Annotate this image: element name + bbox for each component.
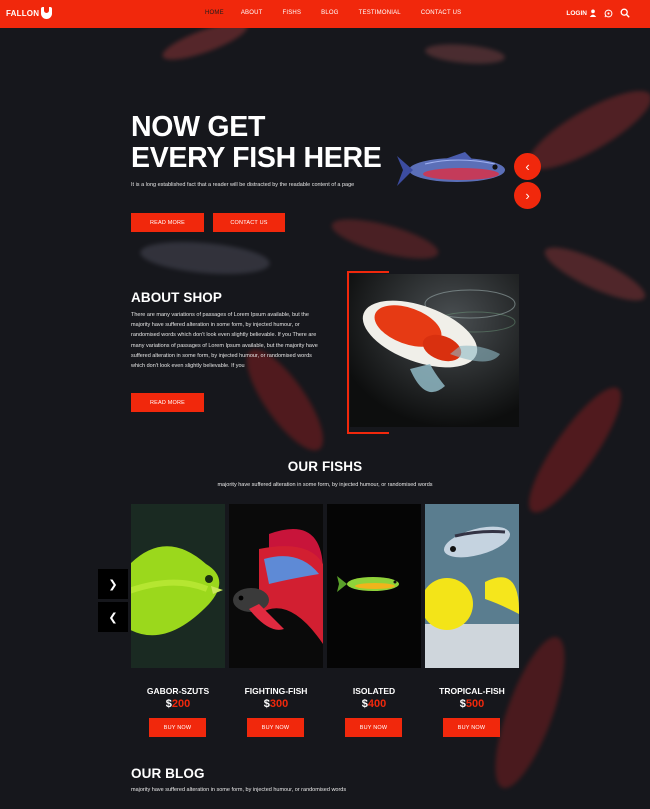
buy-now-button-3[interactable]: BUY NOW	[345, 718, 402, 737]
hero-next-button[interactable]: ›	[514, 182, 541, 209]
price-amount: 500	[465, 698, 485, 710]
hero-title-line-2: EVERY FISH HERE	[131, 142, 382, 174]
fish-card-price-3: $400	[325, 698, 423, 710]
fishs-title: OUR FISHS	[287, 459, 363, 474]
fish-card-name-3: ISOLATED	[352, 686, 396, 696]
hero-title-line-1: NOW GET	[131, 111, 266, 143]
chevron-left-icon: ‹	[525, 159, 530, 174]
buy-now-button-2[interactable]: BUY NOW	[247, 718, 304, 737]
about-koi-image	[350, 274, 519, 427]
nav-about[interactable]: ABOUT	[241, 10, 263, 16]
whatsapp-icon[interactable]	[604, 9, 613, 18]
about-text: There are many variations of passages of…	[131, 312, 318, 370]
price-amount: 400	[367, 698, 387, 710]
nav-home[interactable]: HOME	[205, 10, 224, 16]
chevron-right-icon: ›	[525, 188, 530, 203]
fish-card-name-2: FIGHTING-FISH	[244, 686, 308, 696]
blog-subtitle: majority have suffered alteration in som…	[131, 787, 347, 793]
search-icon[interactable]	[620, 8, 630, 18]
hero-text: It is a long established fact that a rea…	[131, 182, 355, 188]
chevron-right-icon: ❯	[108, 578, 118, 591]
nav-fishs[interactable]: FISHS	[282, 10, 301, 16]
top-navbar: FALLON HOME ABOUT FISHS BLOG TESTIMONIAL…	[0, 0, 650, 28]
fish-card-price-2: $300	[227, 698, 325, 710]
chevron-left-icon: ❮	[108, 611, 118, 624]
main-menu: HOME ABOUT FISHS BLOG TESTIMONIAL CONTAC…	[205, 10, 461, 16]
hero-read-more-button[interactable]: READ MORE	[131, 213, 204, 232]
fish-card-image-3	[327, 504, 421, 668]
login-link[interactable]: LOGIN	[566, 9, 597, 17]
hero-title: NOW GET EVERY FISH HERE	[131, 111, 382, 174]
nav-blog[interactable]: BLOG	[321, 10, 338, 16]
hero-contact-us-button[interactable]: CONTACT US	[213, 213, 285, 232]
buy-now-button-1[interactable]: BUY NOW	[149, 718, 206, 737]
about-title: ABOUT SHOP	[131, 290, 223, 305]
nav-testimonial[interactable]: TESTIMONIAL	[359, 10, 401, 16]
price-amount: 200	[171, 698, 191, 710]
price-amount: 300	[269, 698, 289, 710]
buy-now-button-4[interactable]: BUY NOW	[443, 718, 500, 737]
user-icon	[589, 9, 597, 17]
fish-card-image-4	[425, 504, 519, 668]
fish-card-image-1	[131, 504, 225, 668]
blog-title: OUR BLOG	[131, 766, 205, 781]
nav-actions: LOGIN	[566, 8, 630, 18]
about-read-more-button[interactable]: READ MORE	[131, 393, 204, 412]
login-label: LOGIN	[566, 9, 587, 17]
fish-card-price-4: $500	[423, 698, 521, 710]
hero-prev-button[interactable]: ‹	[514, 153, 541, 180]
fish-card-name-1: GABOR-SZUTS	[146, 686, 210, 696]
fishs-subtitle: majority have suffered alteration in som…	[217, 482, 433, 488]
logo-fish-icon	[41, 7, 53, 19]
brand-logo[interactable]: FALLON	[6, 7, 53, 19]
brand-name: FALLON	[6, 8, 40, 18]
fishs-prev-button[interactable]: ❮	[98, 602, 128, 632]
fish-card-price-1: $200	[129, 698, 227, 710]
fish-card-image-2	[229, 504, 323, 668]
fish-card-name-4: TROPICAL-FISH	[439, 686, 505, 696]
hero-fish-image	[395, 150, 513, 192]
nav-contact-us[interactable]: CONTACT US	[421, 10, 461, 16]
fishs-next-button[interactable]: ❯	[98, 569, 128, 599]
